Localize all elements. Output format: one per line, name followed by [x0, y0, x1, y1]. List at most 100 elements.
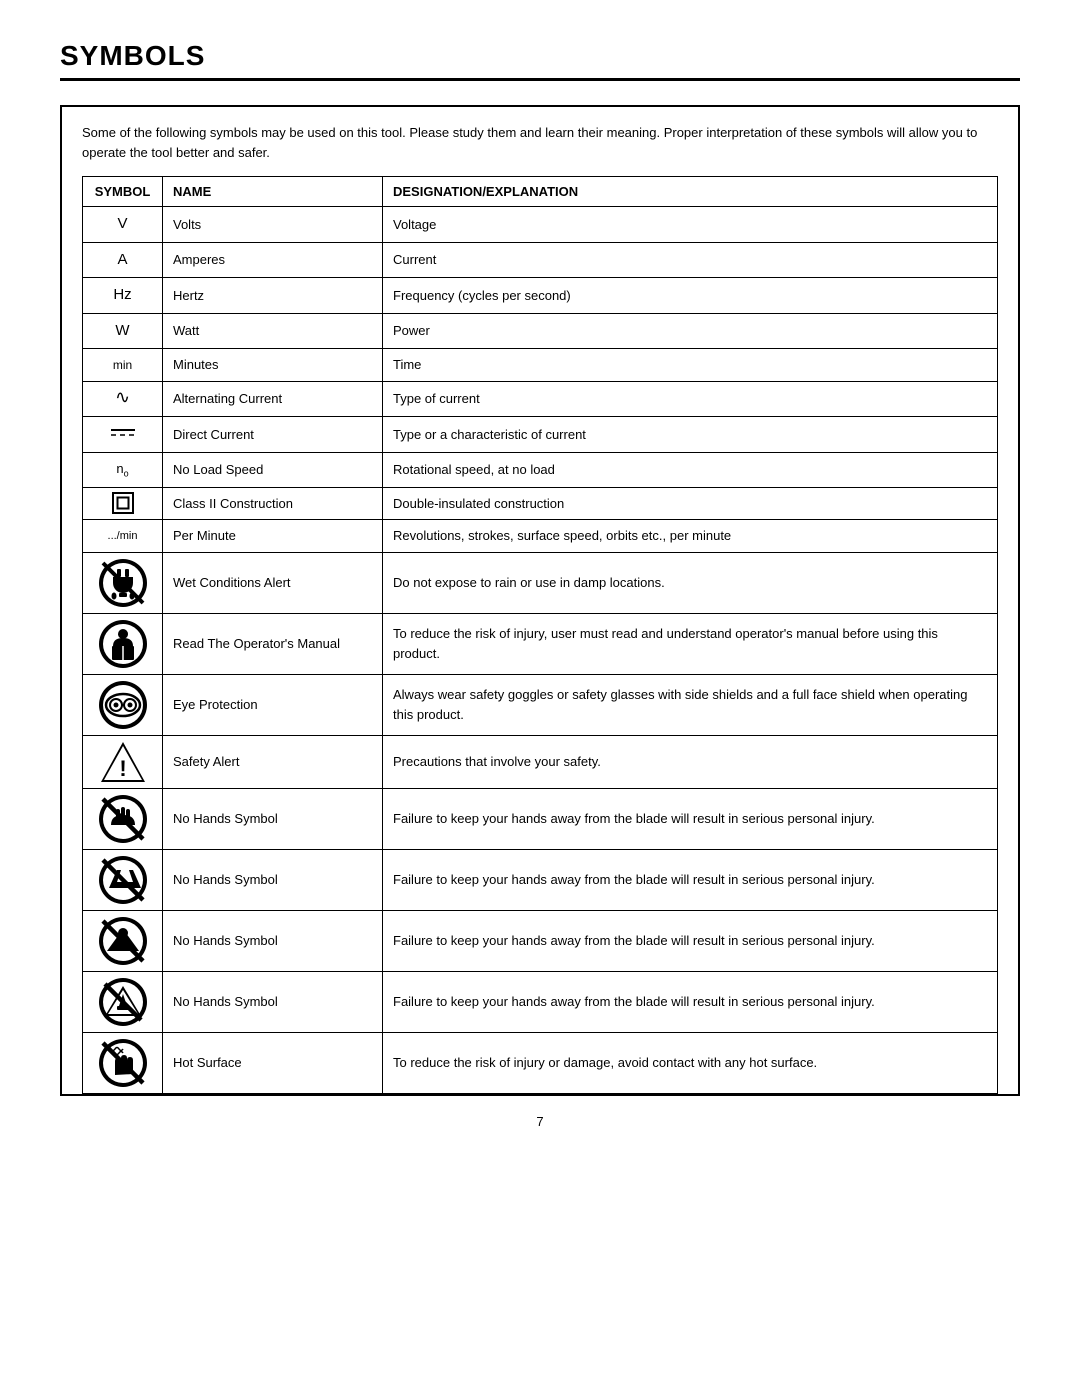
name-cell: Alternating Current [163, 381, 383, 417]
symbol-cell: no [83, 452, 163, 487]
name-cell: Wet Conditions Alert [163, 552, 383, 613]
symbol-cell: ! [83, 735, 163, 788]
symbols-table: SYMBOL NAME DESIGNATION/EXPLANATION V Vo… [82, 176, 998, 1094]
name-cell: Read The Operator's Manual [163, 613, 383, 674]
name-cell: Volts [163, 207, 383, 243]
symbol-cell [83, 910, 163, 971]
hot-surface-icon [87, 1037, 158, 1089]
explanation-cell: Double-insulated construction [383, 487, 998, 520]
name-cell: No Load Speed [163, 452, 383, 487]
svg-text:!: ! [119, 756, 126, 781]
ac-icon: ∿ [115, 387, 130, 407]
symbol-cell: ∿ [83, 381, 163, 417]
explanation-cell: Time [383, 349, 998, 382]
table-row: No Hands Symbol Failure to keep your han… [83, 971, 998, 1032]
table-row: V Volts Voltage [83, 207, 998, 243]
explanation-cell: Type of current [383, 381, 998, 417]
symbol-cell [83, 971, 163, 1032]
name-cell: Hot Surface [163, 1032, 383, 1093]
table-row: No Hands Symbol Failure to keep your han… [83, 910, 998, 971]
table-row: A Amperes Current [83, 242, 998, 278]
table-row: ∿ Alternating Current Type of current [83, 381, 998, 417]
no-hands-icon-1 [87, 793, 158, 845]
name-cell: Safety Alert [163, 735, 383, 788]
symbol-cell [83, 613, 163, 674]
explanation-cell: Power [383, 313, 998, 349]
table-row: Wet Conditions Alert Do not expose to ra… [83, 552, 998, 613]
name-cell: No Hands Symbol [163, 849, 383, 910]
explanation-cell: Always wear safety goggles or safety gla… [383, 674, 998, 735]
safety-alert-icon: ! [87, 740, 158, 784]
symbol-cell [83, 487, 163, 520]
name-cell: Amperes [163, 242, 383, 278]
table-row: No Hands Symbol Failure to keep your han… [83, 788, 998, 849]
table-row: Hot Surface To reduce the risk of injury… [83, 1032, 998, 1093]
explanation-cell: To reduce the risk of injury or damage, … [383, 1032, 998, 1093]
table-row: min Minutes Time [83, 349, 998, 382]
name-cell: Watt [163, 313, 383, 349]
title-rule [60, 78, 1020, 81]
wet-conditions-icon [87, 557, 158, 609]
symbol-cell [83, 788, 163, 849]
name-cell: No Hands Symbol [163, 910, 383, 971]
table-row: Eye Protection Always wear safety goggle… [83, 674, 998, 735]
intro-text: Some of the following symbols may be use… [82, 123, 998, 162]
symbol-cell: V [83, 207, 163, 243]
no-hands-icon-2 [87, 854, 158, 906]
name-cell: No Hands Symbol [163, 788, 383, 849]
symbol-cell [83, 849, 163, 910]
table-header-row: SYMBOL NAME DESIGNATION/EXPLANATION [83, 177, 998, 207]
eye-protection-icon [87, 679, 158, 731]
explanation-cell: Voltage [383, 207, 998, 243]
table-row: W Watt Power [83, 313, 998, 349]
table-row: Read The Operator's Manual To reduce the… [83, 613, 998, 674]
name-cell: Eye Protection [163, 674, 383, 735]
table-row: Direct Current Type or a characteristic … [83, 417, 998, 453]
symbol-cell: W [83, 313, 163, 349]
col-name: NAME [163, 177, 383, 207]
symbol-cell: min [83, 349, 163, 382]
name-cell: Per Minute [163, 520, 383, 553]
no-hands-icon-4 [87, 976, 158, 1028]
content-box: Some of the following symbols may be use… [60, 105, 1020, 1096]
table-row: Class II Construction Double-insulated c… [83, 487, 998, 520]
table-row: No Hands Symbol Failure to keep your han… [83, 849, 998, 910]
symbol-cell: Hz [83, 278, 163, 314]
page-number: 7 [60, 1114, 1020, 1129]
table-row: Hz Hertz Frequency (cycles per second) [83, 278, 998, 314]
name-cell: Direct Current [163, 417, 383, 453]
explanation-cell: Do not expose to rain or use in damp loc… [383, 552, 998, 613]
explanation-cell: Type or a characteristic of current [383, 417, 998, 453]
explanation-cell: Failure to keep your hands away from the… [383, 788, 998, 849]
page-title: SYMBOLS [60, 40, 1020, 72]
dc-symbol-svg [109, 426, 137, 440]
symbol-cell: A [83, 242, 163, 278]
table-row: no No Load Speed Rotational speed, at no… [83, 452, 998, 487]
symbol-cell [83, 552, 163, 613]
explanation-cell: Failure to keep your hands away from the… [383, 971, 998, 1032]
name-cell: Minutes [163, 349, 383, 382]
explanation-cell: Precautions that involve your safety. [383, 735, 998, 788]
name-cell: No Hands Symbol [163, 971, 383, 1032]
explanation-cell: Failure to keep your hands away from the… [383, 849, 998, 910]
symbol-cell [83, 1032, 163, 1093]
class2-icon [87, 492, 158, 514]
explanation-cell: Failure to keep your hands away from the… [383, 910, 998, 971]
explanation-cell: Frequency (cycles per second) [383, 278, 998, 314]
table-row: .../min Per Minute Revolutions, strokes,… [83, 520, 998, 553]
name-cell: Class II Construction [163, 487, 383, 520]
no-hands-icon-3 [87, 915, 158, 967]
symbol-cell [83, 417, 163, 453]
symbol-cell [83, 674, 163, 735]
col-explanation: DESIGNATION/EXPLANATION [383, 177, 998, 207]
explanation-cell: Current [383, 242, 998, 278]
name-cell: Hertz [163, 278, 383, 314]
table-row: ! Safety Alert Precautions that involve … [83, 735, 998, 788]
explanation-cell: Rotational speed, at no load [383, 452, 998, 487]
col-symbol: SYMBOL [83, 177, 163, 207]
explanation-cell: To reduce the risk of injury, user must … [383, 613, 998, 674]
symbol-cell: .../min [83, 520, 163, 553]
v-symbol: V [117, 215, 127, 232]
explanation-cell: Revolutions, strokes, surface speed, orb… [383, 520, 998, 553]
dc-icon [109, 426, 137, 440]
